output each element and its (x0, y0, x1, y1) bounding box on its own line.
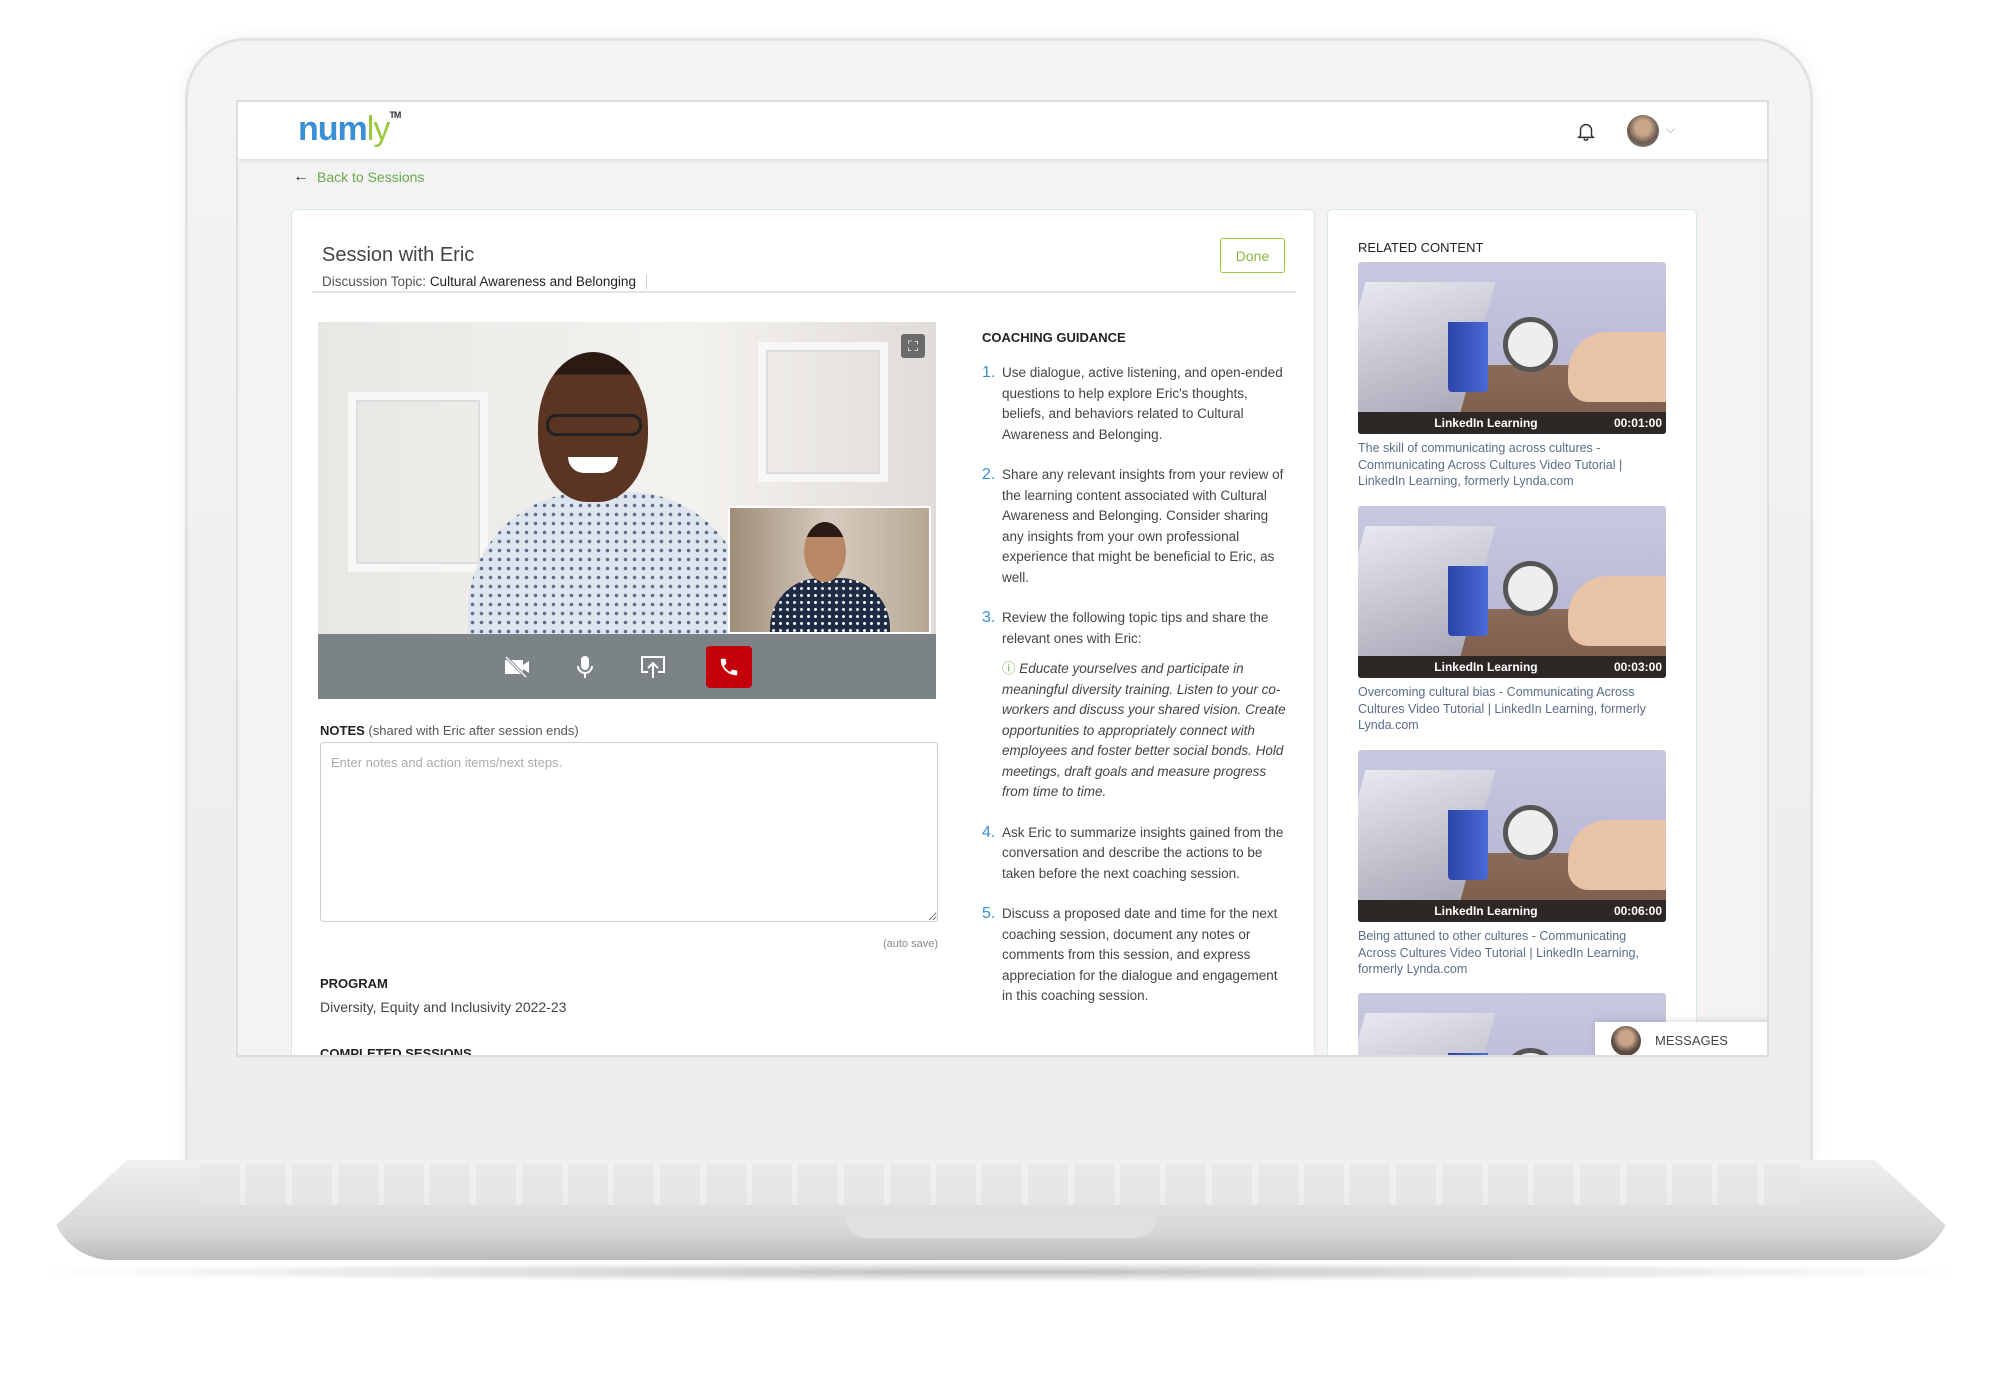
laptop-keyboard (200, 1165, 1800, 1205)
divider (312, 291, 1296, 293)
share-screen-button[interactable] (638, 652, 668, 682)
content-caption[interactable]: Overcoming cultural bias - Communicating… (1358, 684, 1666, 734)
guidance-item: 4. Ask Eric to summarize insights gained … (982, 823, 1284, 881)
camera-off-icon (504, 655, 529, 678)
guidance-item: 1. Use dialogue, active listening, and op… (982, 364, 1283, 442)
content-caption[interactable]: The skill of communicating across cultur… (1358, 440, 1666, 490)
content-caption[interactable]: Being attuned to other cultures - Commun… (1358, 928, 1666, 978)
duration: 00:03:00 (1613, 660, 1662, 674)
expand-icon[interactable]: ⛶ (901, 334, 925, 358)
hang-up-button[interactable] (706, 645, 752, 688)
page-title: Session with Eric (322, 244, 475, 266)
video-thumbnail[interactable]: LinkedIn Learning 00:06:00 (1358, 750, 1666, 922)
video-thumbnail[interactable]: LinkedIn Learning 00:01:00 (1358, 262, 1666, 434)
info-icon: ⓘ (1002, 661, 1016, 676)
microphone-button[interactable] (570, 652, 600, 682)
chevron-down-icon[interactable]: ⌵ (1666, 122, 1675, 137)
notes-textarea[interactable] (320, 742, 938, 922)
coaching-guidance-title: COACHING GUIDANCE (982, 330, 1126, 345)
arrow-left-icon: ← (293, 168, 309, 185)
user-avatar[interactable] (1627, 115, 1659, 147)
session-card: Session with Eric Discussion Topic: Cult… (291, 209, 1315, 1057)
related-content-item[interactable]: LinkedIn Learning 00:06:00 Being attuned … (1358, 750, 1666, 978)
related-content-item[interactable]: LinkedIn Learning 00:03:00 Overcoming cul… (1358, 506, 1666, 734)
discussion-topic: Discussion Topic: Cultural Awareness and… (322, 274, 647, 289)
program-value: Diversity, Equity and Inclusivity 2022-2… (320, 999, 567, 1015)
self-body (770, 578, 890, 632)
bell-icon[interactable] (1575, 120, 1597, 142)
hang-up-icon (720, 658, 738, 675)
laptop-shadow (20, 1262, 1980, 1282)
top-header: numlyTM ⌵ (238, 102, 1767, 159)
call-controls (318, 634, 936, 699)
related-content-panel: RELATED CONTENT LinkedIn Learning 00:01:0… (1327, 209, 1697, 1055)
video-call: ⛶ (318, 322, 936, 699)
guidance-item: 5. Discuss a proposed date and time for t… (982, 905, 1278, 1003)
avatar (1611, 1025, 1641, 1055)
video-thumbnail[interactable]: LinkedIn Learning 00:03:00 (1358, 506, 1666, 678)
numly-logo[interactable]: numlyTM (298, 110, 401, 149)
participant-glasses (546, 414, 642, 436)
program-label: PROGRAM (320, 976, 388, 991)
back-to-sessions-link[interactable]: ← Back to Sessions (293, 168, 424, 186)
microphone-icon (577, 655, 593, 678)
share-screen-icon (641, 655, 665, 678)
topic-tip: ⓘ Educate yourselves and participate in … (1002, 661, 1286, 799)
messages-tab[interactable]: MESSAGES (1595, 1022, 1767, 1055)
self-head (804, 522, 846, 582)
background-door (758, 342, 888, 482)
duration: 00:01:00 (1613, 416, 1662, 430)
guidance-item: 2. Share any relevant insights from your … (982, 466, 1284, 585)
background-door (348, 392, 488, 572)
related-content-title: RELATED CONTENT (1358, 240, 1484, 255)
laptop-notch (846, 1214, 1156, 1238)
coaching-guidance: COACHING GUIDANCE 1. Use dialogue, active… (982, 330, 1287, 1027)
auto-save-label: (auto save) (882, 938, 938, 950)
related-content-item[interactable]: LinkedIn Learning 00:01:00 The skill of c… (1358, 262, 1666, 490)
app-screen: numlyTM ⌵ ← Back to Sessions Session with… (236, 100, 1769, 1057)
duration: 00:06:00 (1613, 904, 1662, 918)
done-button[interactable]: Done (1220, 238, 1285, 273)
completed-sessions-label: COMPLETED SESSIONS (320, 1046, 472, 1057)
guidance-item: 3. Review the following topic tips and sh… (982, 608, 1287, 803)
camera-off-button[interactable] (502, 652, 532, 682)
self-view-video[interactable] (728, 506, 931, 634)
notes-label: NOTES (shared with Eric after session en… (320, 723, 579, 738)
